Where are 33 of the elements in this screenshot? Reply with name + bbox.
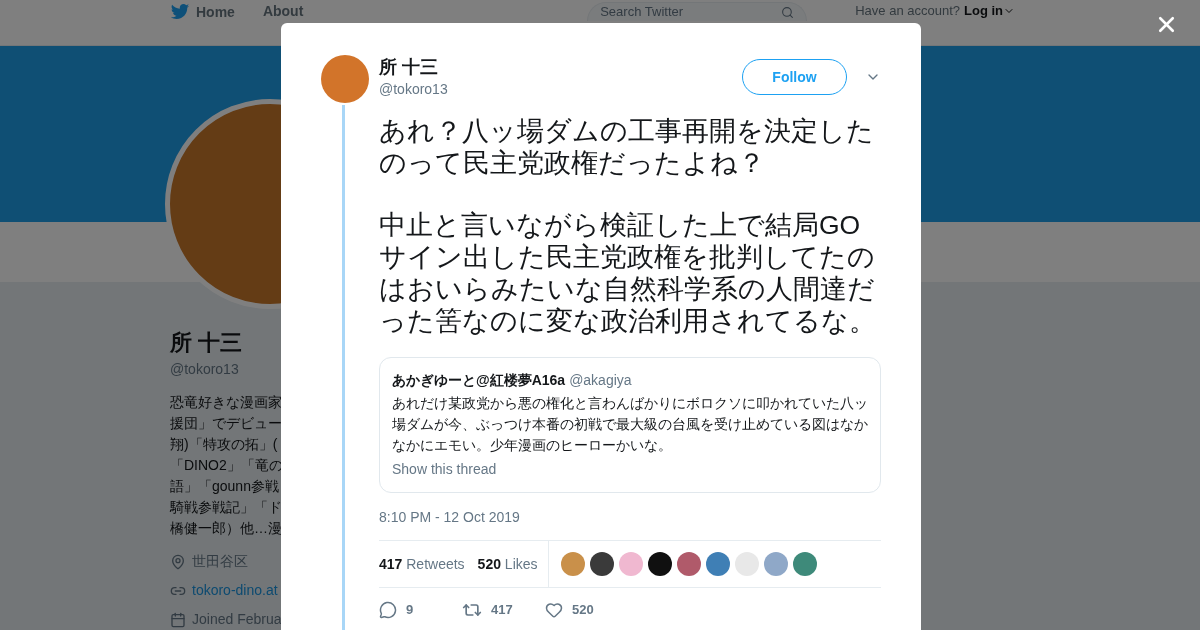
quoted-tweet-text: あれだけ某政党から悪の権化と言わんばかりにボロクソに叩かれていた八ッ場ダムが今、ぶっつけ本番の初戦で最大級の台風を受け止めている図はなかなかにエモい。少年漫画のヒーローかいな。 — [392, 394, 868, 455]
profile-location: 世田谷区 — [192, 552, 248, 571]
stat-link[interactable]: 520 Likes — [477, 553, 538, 575]
tweet-text: 中止と言いながら検証した上で結局GOサイン出した民主党政権を批判してたのはおいらみたいな自然科学系の人間達だった筈なのに変な政治利用されてるな。 — [379, 209, 877, 337]
tweet-timestamp: 8:10 PM - 12 Oct 2019 — [379, 508, 521, 527]
nav-link[interactable]: About — [262, 2, 304, 20]
login-link[interactable]: Log in — [964, 2, 1015, 19]
profile-handle: @tokoro13 — [170, 360, 240, 379]
quoted-author-handle: @akagiya — [569, 371, 632, 390]
location-icon — [170, 553, 186, 570]
author-handle: @tokoro13 — [379, 80, 449, 99]
author-avatar[interactable] — [321, 55, 369, 103]
action-count: 9 — [406, 601, 414, 620]
action-count: 417 — [491, 601, 513, 620]
quoted-tweet[interactable]: あかぎゆーと@紅楼夢A16a @akagiya あれだけ某政党から悪の権化と言わんばかりにボロクソに叩かれていた八ッ場ダムが今、ぶっつけ本番の初戦で最大級の台風を受け止めている図はなかなかにエモい。少年漫画のヒーローかいな。 Show this thread — [379, 357, 881, 493]
profile-name: 所 十三 — [170, 329, 244, 357]
nav-link[interactable]: Home — [170, 2, 235, 22]
heart-icon[interactable] — [545, 601, 563, 619]
join-date: Joined Februa — [192, 610, 282, 629]
quoted-author-name: あかぎゆーと@紅楼夢A16a — [392, 371, 566, 390]
liker-avatar[interactable] — [589, 552, 614, 576]
search-icon — [781, 5, 795, 19]
show-thread-link[interactable]: Show this thread — [392, 459, 868, 480]
search-field[interactable]: Search Twitter — [587, 2, 808, 21]
account-prompt: Have an account? — [855, 2, 960, 19]
author-name: 所 十三 — [379, 56, 439, 79]
liker-avatar[interactable] — [647, 552, 672, 576]
tweet-text: あれ？八ッ場ダムの工事再開を決定したのって民主党政権だったよね？ — [379, 115, 875, 179]
bird-icon — [170, 2, 190, 22]
stat-link[interactable]: 417 Retweets — [379, 553, 465, 575]
reply-icon[interactable] — [379, 601, 397, 619]
action-count: 520 — [572, 601, 594, 620]
calendar-icon — [170, 611, 186, 628]
